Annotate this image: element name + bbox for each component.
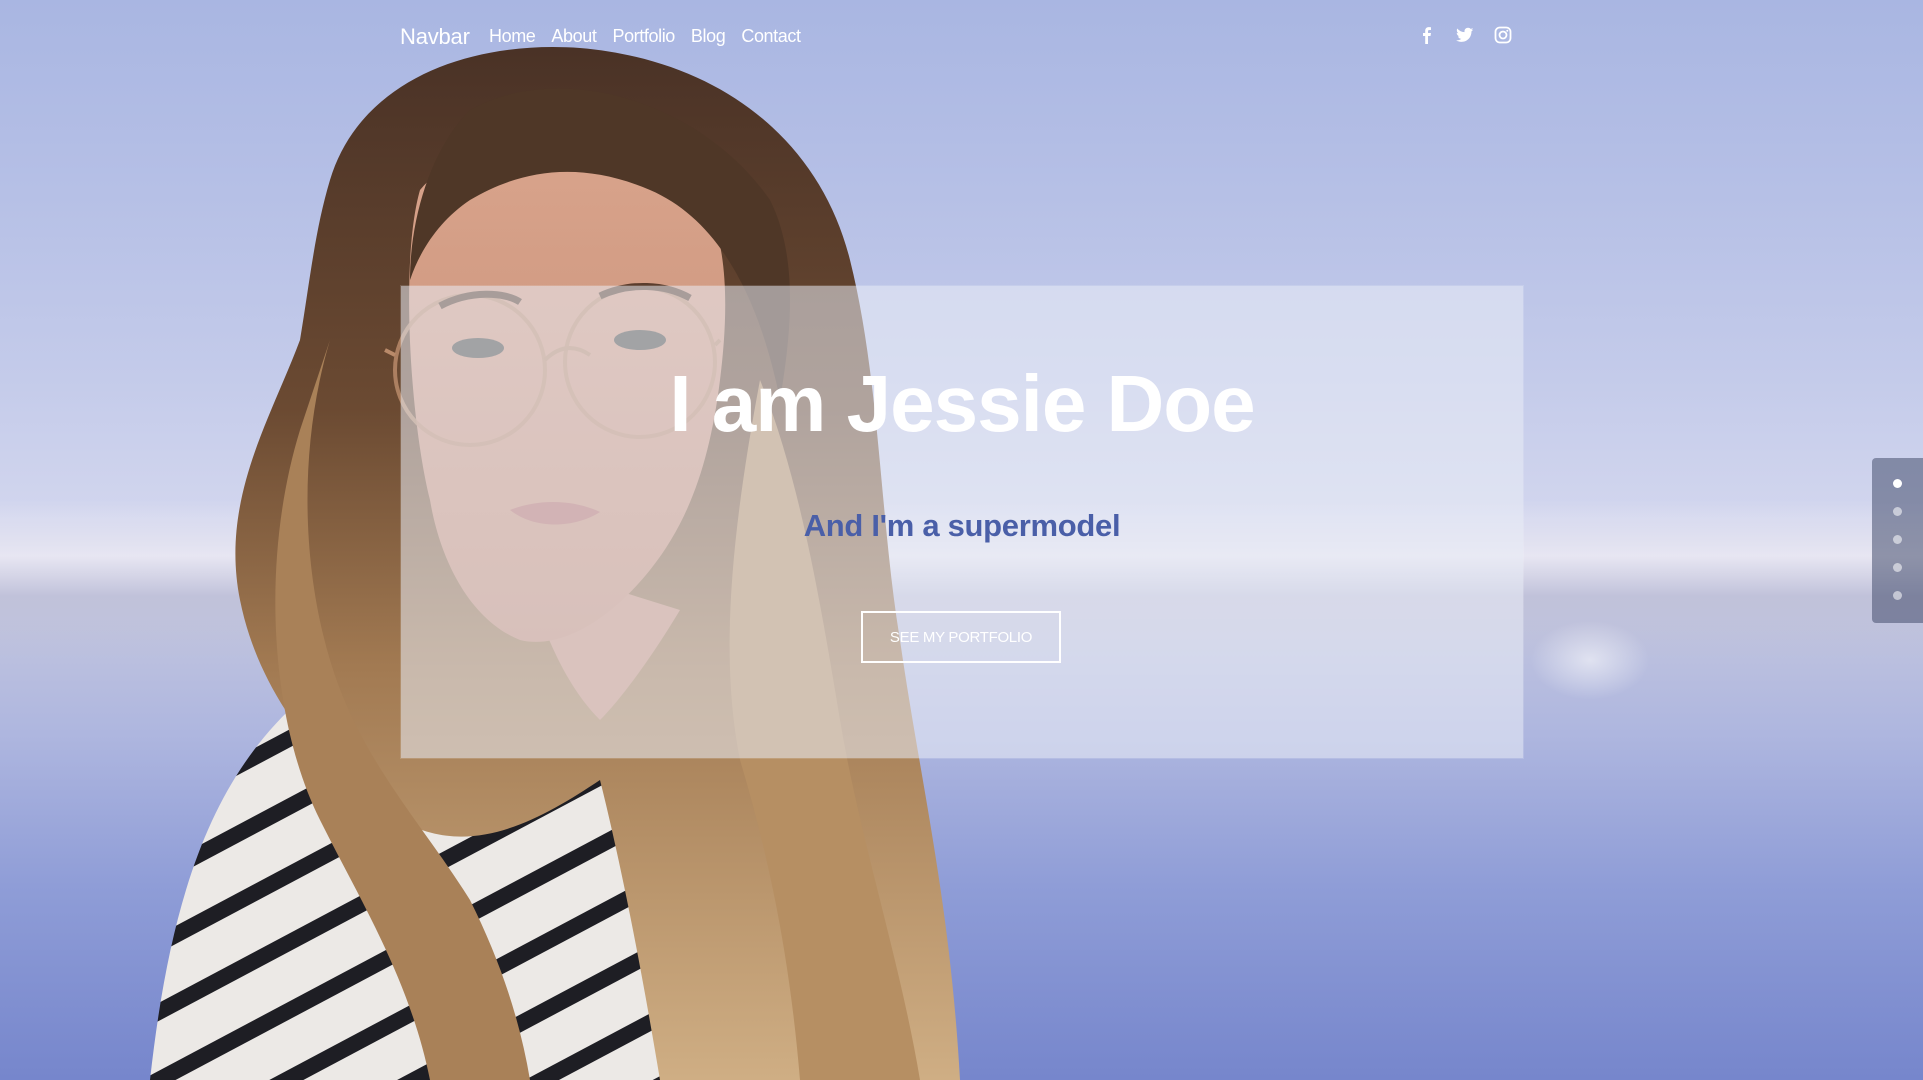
slide-navigation (1872, 458, 1923, 623)
nav-link-about[interactable]: About (551, 26, 596, 46)
nav-link-home[interactable]: Home (489, 26, 536, 46)
slide-dot-4[interactable] (1893, 563, 1902, 572)
navbar-brand[interactable]: Navbar (400, 24, 470, 50)
nav-link-portfolio[interactable]: Portfolio (612, 26, 675, 46)
hero-subtitle: And I'm a supermodel (803, 508, 1121, 543)
hero-title: I am Jessie Doe (669, 359, 1255, 448)
slide-dot-1[interactable] (1893, 479, 1902, 488)
hero-card: I am Jessie Doe And I'm a supermodel SEE… (401, 286, 1523, 758)
slide-dot-5[interactable] (1893, 591, 1902, 600)
facebook-icon[interactable] (1418, 26, 1436, 44)
twitter-icon[interactable] (1456, 26, 1474, 44)
slide-dot-3[interactable] (1893, 535, 1902, 544)
navbar: Navbar Home About Portfolio Blog Contact (400, 18, 1512, 54)
nav-link-blog[interactable]: Blog (691, 26, 726, 46)
nav-link-contact[interactable]: Contact (741, 26, 801, 46)
nav-links: Home About Portfolio Blog Contact (489, 26, 801, 47)
social-links (1418, 26, 1512, 44)
slide-dot-2[interactable] (1893, 507, 1902, 516)
instagram-icon[interactable] (1494, 26, 1512, 44)
see-portfolio-button[interactable]: SEE MY PORTFOLIO (861, 611, 1061, 663)
